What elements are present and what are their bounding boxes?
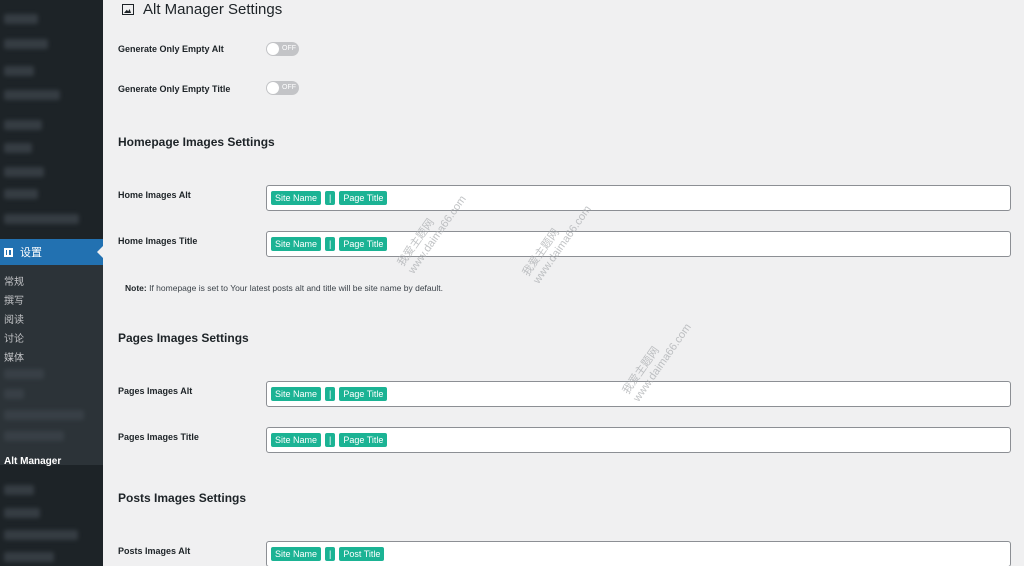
blurred-menu-item[interactable] <box>4 143 32 153</box>
toggle-label-empty-alt: Generate Only Empty Alt <box>118 44 224 54</box>
section-title-homepage: Homepage Images Settings <box>118 135 275 149</box>
submenu-item-writing[interactable]: 撰写 <box>4 292 24 307</box>
toggle-label-empty-title: Generate Only Empty Title <box>118 84 231 94</box>
home-images-title-field[interactable]: Site Name | Page Title <box>266 231 1011 257</box>
section-title-posts: Posts Images Settings <box>118 491 247 505</box>
blurred-submenu-item[interactable] <box>4 410 84 420</box>
home-images-alt-label: Home Images Alt <box>118 190 191 200</box>
note-label: Note: <box>125 283 147 293</box>
blurred-menu-item[interactable] <box>4 120 42 130</box>
toggle-state: OFF <box>282 84 296 91</box>
blurred-submenu-item[interactable] <box>4 431 64 441</box>
pages-images-title-label: Pages Images Title <box>118 432 199 442</box>
toggle-knob <box>267 82 279 94</box>
tag-page-title[interactable]: Page Title <box>339 237 388 251</box>
settings-submenu: 常规 撰写 阅读 讨论 媒体 Alt Manager <box>0 265 103 467</box>
tag-site-name[interactable]: Site Name <box>271 237 322 251</box>
blurred-menu-item[interactable] <box>4 508 40 518</box>
blurred-menu-item[interactable] <box>4 552 54 562</box>
tag-page-title[interactable]: Page Title <box>339 433 388 447</box>
home-images-title-label: Home Images Title <box>118 236 198 246</box>
tag-site-name[interactable]: Site Name <box>271 433 322 447</box>
page-title: Alt Manager Settings <box>143 1 283 18</box>
tag-separator[interactable]: | <box>325 547 336 561</box>
toggle-knob <box>267 43 279 55</box>
pages-images-title-field[interactable]: Site Name | Page Title <box>266 427 1011 453</box>
toggle-empty-alt[interactable]: OFF <box>266 42 299 56</box>
sidebar-item-settings[interactable]: 设置 <box>0 239 103 265</box>
tag-page-title[interactable]: Page Title <box>339 387 388 401</box>
page-header: Alt Manager Settings <box>122 1 282 18</box>
blurred-menu-item[interactable] <box>4 189 38 199</box>
tag-site-name[interactable]: Site Name <box>271 191 322 205</box>
blurred-menu-item[interactable] <box>4 39 48 49</box>
tag-separator[interactable]: | <box>325 191 336 205</box>
tag-site-name[interactable]: Site Name <box>271 547 322 561</box>
blurred-submenu-item[interactable] <box>4 389 24 399</box>
admin-sidebar: 设置 常规 撰写 阅读 讨论 媒体 Alt Manager <box>0 0 103 566</box>
toggle-empty-title[interactable]: OFF <box>266 81 299 95</box>
submenu-item-general[interactable]: 常规 <box>4 273 24 288</box>
blurred-menu-item[interactable] <box>4 167 44 177</box>
section-title-pages: Pages Images Settings <box>118 331 249 345</box>
submenu-item-reading[interactable]: 阅读 <box>4 311 24 326</box>
submenu-item-alt-manager[interactable]: Alt Manager <box>4 456 61 467</box>
posts-images-alt-label: Posts Images Alt <box>118 546 191 556</box>
submenu-item-discussion[interactable]: 讨论 <box>4 330 24 345</box>
blurred-submenu-item[interactable] <box>4 369 44 379</box>
blurred-menu-item[interactable] <box>4 14 38 24</box>
toggle-state: OFF <box>282 45 296 52</box>
note-text: If homepage is set to Your latest posts … <box>146 283 443 293</box>
main-content: Alt Manager Settings Generate Only Empty… <box>103 0 1024 566</box>
posts-images-alt-field[interactable]: Site Name | Post Title <box>266 541 1011 566</box>
blurred-menu-item[interactable] <box>4 90 60 100</box>
sidebar-item-label: 设置 <box>20 247 42 259</box>
blurred-menu-item[interactable] <box>4 485 34 495</box>
homepage-note: Note: If homepage is set to Your latest … <box>125 283 443 293</box>
pages-images-alt-label: Pages Images Alt <box>118 386 193 396</box>
tag-page-title[interactable]: Page Title <box>339 191 388 205</box>
blurred-menu-item[interactable] <box>4 214 79 224</box>
settings-icon <box>4 247 13 257</box>
submenu-item-media[interactable]: 媒体 <box>4 349 24 364</box>
tag-separator[interactable]: | <box>325 237 336 251</box>
image-icon <box>122 4 134 15</box>
tag-site-name[interactable]: Site Name <box>271 387 322 401</box>
home-images-alt-field[interactable]: Site Name | Page Title <box>266 185 1011 211</box>
blurred-menu-item[interactable] <box>4 530 78 540</box>
blurred-menu-item[interactable] <box>4 66 34 76</box>
tag-separator[interactable]: | <box>325 387 336 401</box>
tag-separator[interactable]: | <box>325 433 336 447</box>
tag-post-title[interactable]: Post Title <box>339 547 385 561</box>
